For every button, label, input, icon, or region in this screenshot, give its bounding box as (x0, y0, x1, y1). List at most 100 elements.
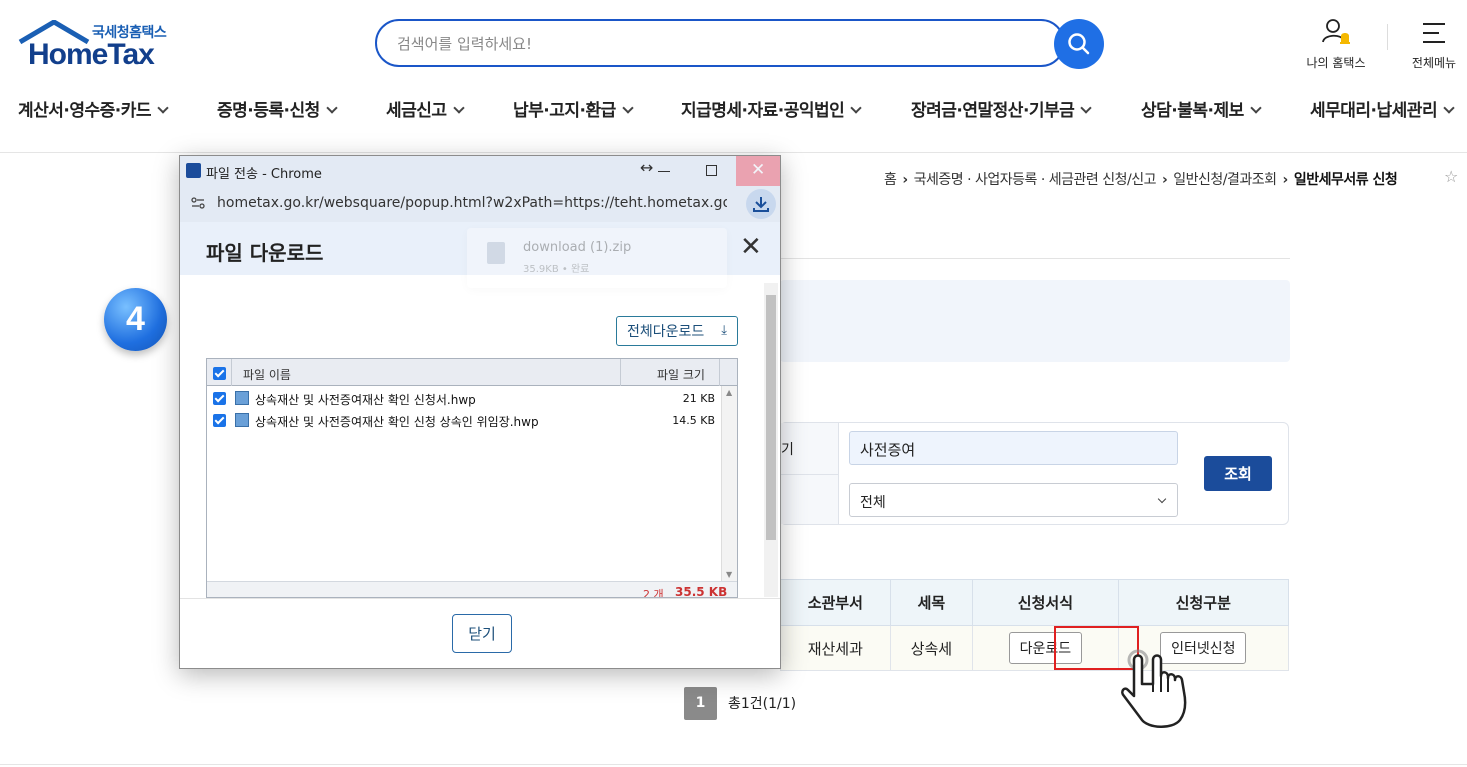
nav-item-payment[interactable]: 납부·고지·환급 (513, 96, 634, 121)
scrollbar-thumb[interactable] (766, 295, 776, 540)
column-header-filename: 파일 이름 (243, 368, 291, 382)
star-icon[interactable]: ☆ (1444, 167, 1458, 186)
column-header-filesize: 파일 크기 (657, 368, 705, 382)
download-all-button[interactable]: 전체다운로드 ⤓ (616, 316, 738, 346)
column-header-apply: 신청구분 (1117, 579, 1290, 626)
file-row[interactable]: 상속재산 및 사전증여재산 확인 신청서.hwp 21 KB (207, 388, 721, 410)
nav-item-incentive[interactable]: 장려금·연말정산·기부금 (911, 96, 1092, 121)
file-checkbox[interactable] (213, 414, 226, 427)
chevron-down-icon (1443, 102, 1455, 114)
all-menu-button[interactable]: 전체메뉴 (1400, 16, 1467, 72)
nav-item-label: 세금신고 (386, 101, 447, 121)
breadcrumb: 홈 › 국세증명 · 사업자등록 · 세금관련 신청/신고 › 일반신청/결과조회 › 일반… (884, 169, 1398, 189)
hamburger-menu-icon (1423, 23, 1445, 43)
search-box (375, 19, 1065, 67)
info-panel (780, 280, 1290, 362)
file-name: 상속재산 및 사전증여재산 확인 신청서.hwp (255, 393, 476, 407)
table-row: 재산세과 상속세 다운로드 인터넷신청 (780, 625, 1290, 671)
chevron-down-icon (622, 102, 634, 114)
breadcrumb-home[interactable]: 홈 (884, 172, 897, 188)
close-icon[interactable]: ✕ (740, 234, 762, 260)
file-name: 상속재산 및 사전증여재산 확인 신청 상속인 위임장.hwp (255, 415, 539, 429)
all-menu-label: 전체메뉴 (1411, 56, 1457, 70)
column-divider (719, 359, 720, 386)
breadcrumb-level2[interactable]: 일반신청/결과조회 (1173, 172, 1277, 188)
file-grid-header: 파일 이름 파일 크기 (207, 359, 737, 386)
chevron-down-icon (326, 102, 338, 114)
search-button[interactable] (1054, 19, 1104, 69)
hometax-favicon-icon (186, 163, 201, 178)
scroll-up-icon[interactable]: ▲ (726, 388, 732, 397)
nav-divider (0, 152, 1467, 153)
popup-heading: 파일 다운로드 (206, 241, 324, 265)
nav-item-statement[interactable]: 지급명세·자료·공익법인 (681, 96, 862, 121)
page-button-1[interactable]: 1 (684, 687, 717, 720)
column-divider (231, 359, 232, 386)
search-icon (1068, 33, 1090, 55)
chevron-down-icon (157, 102, 169, 114)
download-toast-meta: 35.9KB • 완료 (523, 264, 590, 275)
nav-item-label: 납부·고지·환급 (513, 101, 616, 121)
header-divider (1387, 24, 1388, 50)
popup-window-title: 파일 전송 - Chrome (206, 167, 322, 182)
download-toast: download (1).zip 35.9KB • 완료 (467, 228, 727, 288)
popup-titlebar[interactable]: 파일 전송 - Chrome ↔ ✕ (180, 156, 780, 186)
nav-item-consult[interactable]: 상담·불복·제보 (1141, 96, 1262, 121)
window-close-button[interactable]: ✕ (736, 156, 780, 186)
nav-item-certificate[interactable]: 증명·등록·신청 (217, 96, 338, 121)
tax-item-field[interactable]: 사전증여 (849, 431, 1178, 465)
breadcrumb-separator: › (1162, 172, 1168, 188)
zip-file-icon (487, 242, 505, 264)
maximize-icon[interactable] (706, 165, 717, 176)
hometax-logo[interactable]: 국세청홈택스 HomeTax (18, 18, 178, 72)
nav-item-label: 증명·등록·신청 (217, 101, 320, 121)
hwp-file-icon (235, 413, 249, 427)
hwp-file-icon (235, 391, 249, 405)
minimize-icon[interactable] (658, 171, 670, 172)
download-arrow-icon: ⤓ (721, 323, 727, 338)
user-bell-icon (1322, 19, 1350, 44)
file-total-size: 35.5 KB (675, 585, 728, 598)
popup-scrollbar[interactable] (764, 283, 778, 597)
filter-tax-label: 기 (781, 442, 794, 458)
filter-row-divider (781, 474, 839, 475)
download-toast-filename: download (1).zip (523, 240, 632, 255)
close-button[interactable]: 닫기 (452, 614, 512, 653)
step-badge: 4 (104, 288, 167, 351)
download-icon (753, 197, 769, 212)
resize-arrows-icon[interactable]: ↔ (640, 158, 653, 177)
file-grid: 파일 이름 파일 크기 상속재산 및 사전증여재산 확인 신청서.hwp 21 … (206, 358, 738, 598)
scroll-down-icon[interactable]: ▼ (726, 570, 732, 579)
lookup-button[interactable]: 조회 (1204, 456, 1272, 491)
file-grid-scrollbar[interactable]: ▲ ▼ (721, 386, 737, 581)
cell-dept: 재산세과 (780, 625, 891, 671)
nav-item-label: 지급명세·자료·공익법인 (681, 101, 845, 121)
chevron-down-icon (1080, 102, 1092, 114)
close-icon: ✕ (751, 160, 766, 180)
file-row[interactable]: 상속재산 및 사전증여재산 확인 신청 상속인 위임장.hwp 14.5 KB (207, 410, 721, 432)
breadcrumb-level1[interactable]: 국세증명 · 사업자등록 · 세금관련 신청/신고 (914, 172, 1157, 188)
type-select[interactable]: 전체 (849, 483, 1178, 517)
nav-item-agent[interactable]: 세무대리·납세관리 (1310, 96, 1455, 121)
search-input[interactable] (397, 32, 997, 56)
my-hometax-button[interactable]: 나의 홈택스 (1296, 16, 1376, 72)
popup-urlbar: hometax.go.kr/websquare/popup.html?w2xPa… (180, 186, 780, 222)
nav-item-tax-filing[interactable]: 세금신고 (386, 96, 465, 121)
nav-item-invoice[interactable]: 계산서·영수증·카드 (18, 96, 169, 121)
nav-item-label: 세무대리·납세관리 (1310, 101, 1438, 121)
select-all-checkbox[interactable] (213, 367, 226, 380)
nav-item-label: 장려금·연말정산·기부금 (911, 101, 1075, 121)
chevron-down-icon (850, 102, 862, 114)
column-header-tax: 세목 (889, 579, 974, 626)
file-checkbox[interactable] (213, 392, 226, 405)
popup-url[interactable]: hometax.go.kr/websquare/popup.html?w2xPa… (217, 195, 727, 211)
column-header-dept: 소관부서 (780, 579, 891, 626)
column-header-form: 신청서식 (972, 579, 1119, 626)
file-size: 14.5 KB (672, 414, 715, 427)
file-size: 21 KB (682, 392, 715, 405)
downloads-button[interactable] (746, 189, 776, 219)
download-all-label: 전체다운로드 (627, 324, 705, 340)
tax-item-value: 사전증여 (860, 441, 916, 459)
hand-pointer-icon (1121, 649, 1187, 728)
main-nav: 계산서·영수증·카드 증명·등록·신청 세금신고 납부·고지·환급 지급명세·자… (0, 96, 1467, 128)
